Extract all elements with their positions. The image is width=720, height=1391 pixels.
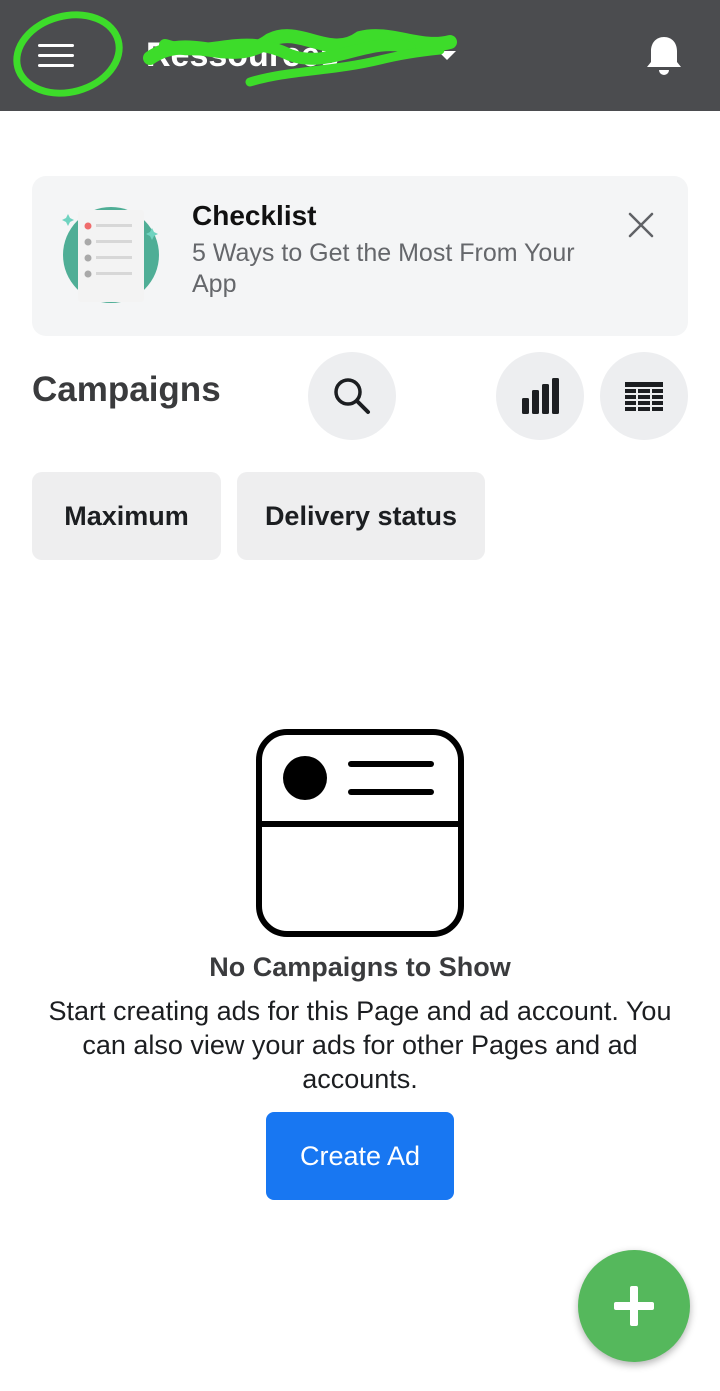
create-ad-button[interactable]: Create Ad (266, 1112, 454, 1200)
campaigns-title: Campaigns (32, 370, 221, 409)
caret-down-icon[interactable] (438, 51, 456, 60)
table-icon (625, 382, 663, 411)
empty-campaign-icon (256, 729, 464, 937)
delivery-status-filter[interactable]: Delivery status (237, 472, 485, 560)
plus-icon (630, 1286, 638, 1326)
add-button[interactable] (578, 1250, 690, 1362)
empty-state-description: Start creating ads for this Page and ad … (48, 996, 672, 1094)
search-button[interactable] (308, 352, 396, 440)
chart-button[interactable] (496, 352, 584, 440)
empty-state-title: No Campaigns to Show (209, 952, 511, 982)
top-bar: Ressources (0, 0, 720, 111)
checklist-title: Checklist (192, 200, 317, 231)
menu-icon[interactable] (38, 44, 74, 68)
checklist-subtitle: 5 Ways to Get the Most From Your App (192, 239, 575, 298)
close-icon[interactable] (626, 210, 656, 240)
bell-icon[interactable] (644, 34, 684, 78)
bar-chart-icon (522, 378, 559, 414)
annotation-scribble (13, 11, 457, 97)
search-icon (334, 378, 370, 414)
account-name[interactable]: Ressources (146, 30, 339, 80)
checklist-card[interactable]: Checklist 5 Ways to Get the Most From Yo… (32, 176, 688, 336)
checklist-illustration (62, 207, 159, 303)
table-button[interactable] (600, 352, 688, 440)
maximum-filter[interactable]: Maximum (32, 472, 221, 560)
